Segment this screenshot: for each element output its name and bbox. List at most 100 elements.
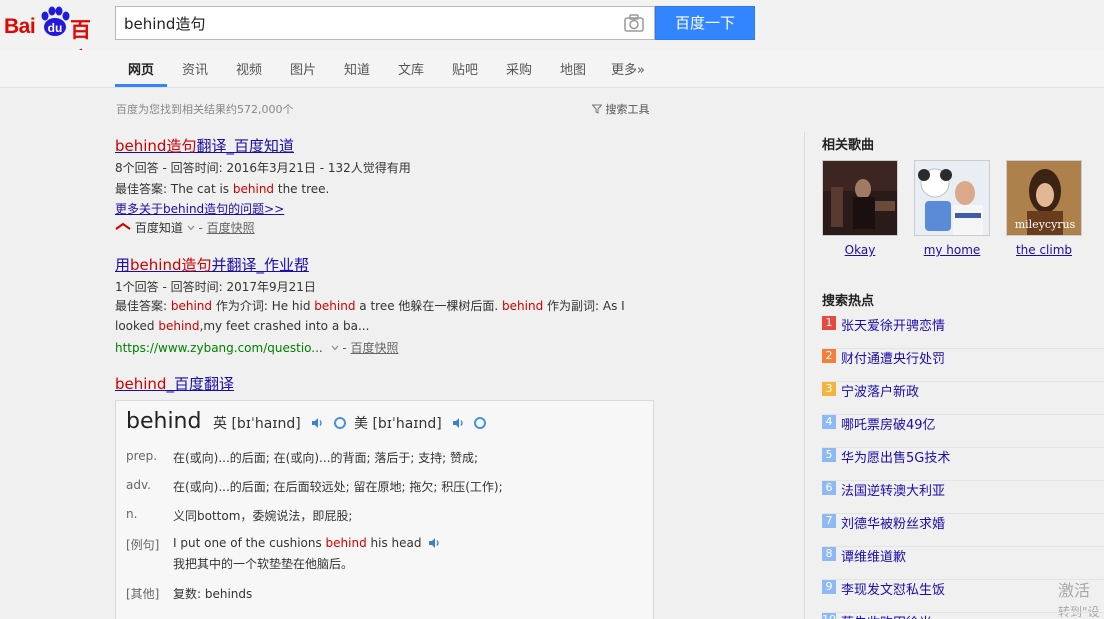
answer-highlight: behind (232, 182, 275, 196)
hot-search-link[interactable]: 宁波落户新政 (841, 381, 919, 400)
logo-bai: Bai (4, 15, 36, 38)
abstract-line: looked behind,my feet crashed into a ba.… (115, 316, 655, 336)
hot-search-link[interactable]: 华为愿出售5G技术 (841, 447, 950, 466)
definition: 在(或向)...的后面; 在(或向)...的背面; 落后于; 支持; 赞成; (173, 451, 479, 465)
more-questions-link[interactable]: 更多关于behind造句的问题>> (115, 200, 284, 217)
album-cover-okay[interactable] (822, 160, 898, 236)
result-title-3[interactable]: behind_百度翻译 (115, 373, 234, 394)
baidu-logo[interactable]: Bai du 百度 (4, 6, 108, 72)
chevron-down-icon[interactable] (187, 225, 195, 231)
hot-search-link[interactable]: 谭维维道歉 (841, 546, 906, 565)
hot-search-link[interactable]: 哪吒票房破49亿 (841, 414, 936, 433)
album-art (823, 161, 897, 235)
example-translation: 我把其中的一个软垫垫在他脑后。 (173, 557, 354, 571)
tab-tieba[interactable]: 贴吧 (452, 59, 478, 78)
tab-webpage[interactable]: 网页 (128, 59, 154, 78)
result-title-text: 翻译_百度知道 (196, 137, 294, 155)
hot-search-link[interactable]: 刘德华被粉丝求婚 (841, 513, 945, 532)
dictionary-card: behind 英 [bɪˈhaɪnd] 美 [bɪˈhaɪnd] prep. 在… (115, 400, 654, 619)
replay-icon[interactable] (334, 417, 346, 429)
speaker-icon[interactable] (428, 537, 441, 549)
hot-search-item[interactable]: 8 谭维维道歉 (822, 547, 1104, 580)
hot-search-item[interactable]: 6 法国逆转澳大利亚 (822, 481, 1104, 514)
example-text: his head (366, 536, 422, 550)
hot-search-item[interactable]: 3 宁波落户新政 (822, 382, 1104, 415)
hot-rank-badge: 3 (822, 382, 836, 396)
hot-search-item[interactable]: 2 财付通遭央行处罚 (822, 349, 1104, 382)
tab-wenku[interactable]: 文库 (398, 59, 424, 78)
logo-du: du (47, 21, 63, 35)
uk-phonetic: [bɪˈhaɪnd] (231, 416, 301, 432)
hot-search-heading: 搜索热点 (822, 294, 875, 309)
result-url[interactable]: https://www.zybang.com/questio... (115, 341, 323, 355)
result-title-2[interactable]: 用behind造句并翻译_作业帮 (115, 254, 309, 275)
result-source-1: 百度知道 - 百度快照 (115, 219, 255, 236)
tab-zhidao[interactable]: 知道 (344, 59, 370, 78)
us-phonetic: [bɪˈhaɪnd] (372, 416, 442, 432)
result-count: 百度为您找到相关结果约572,000个 (116, 103, 294, 116)
result-title-text: 用 (115, 256, 131, 274)
hot-search-item[interactable]: 1 张天爱徐开骋恋情 (822, 316, 1104, 349)
result-title-highlight: behind造句 (115, 137, 197, 155)
hot-search-item[interactable]: 5 华为愿出售5G技术 (822, 448, 1104, 481)
album-cover-the-climb[interactable]: mileycyrus (1006, 160, 1082, 236)
part-of-speech: adv. (126, 478, 151, 492)
tab-video[interactable]: 视频 (236, 59, 262, 78)
example-text: I put one of the cushions (173, 536, 326, 550)
search-input[interactable] (116, 7, 606, 39)
cache-link[interactable]: 百度快照 (207, 221, 255, 235)
camera-icon[interactable] (624, 14, 644, 32)
us-pronunciation: 美 [bɪˈhaɪnd] (354, 413, 442, 433)
other-label: [其他] (126, 587, 160, 601)
song-link-okay[interactable]: Okay (822, 243, 898, 257)
song-link-my-home[interactable]: my home (914, 243, 990, 257)
definition: 在(或向)...的后面; 在后面较远处; 留在原地; 拖欠; 积压(工作); (173, 480, 503, 494)
search-tools-button[interactable]: 搜索工具 (591, 101, 650, 117)
song-link-the-climb[interactable]: the climb (1006, 243, 1082, 257)
speaker-icon[interactable] (452, 417, 465, 429)
related-songs-heading: 相关歌曲 (822, 138, 875, 153)
hot-search-link[interactable]: 法国逆转澳大利亚 (841, 480, 945, 499)
result-title-1[interactable]: behind造句翻译_百度知道 (115, 135, 294, 156)
hot-rank-badge: 1 (822, 316, 836, 330)
us-label: 美 (354, 416, 368, 432)
source-name[interactable]: 百度知道 (135, 221, 183, 235)
chevron-down-icon[interactable] (331, 345, 339, 351)
tab-map[interactable]: 地图 (560, 59, 586, 78)
tab-caigou[interactable]: 采购 (506, 59, 532, 78)
hot-rank-badge: 2 (822, 349, 836, 363)
tab-more[interactable]: 更多» (611, 59, 645, 78)
hot-rank-badge: 9 (822, 580, 836, 594)
search-box (115, 6, 655, 40)
hot-search-item[interactable]: 9 李现发文怼私生饭 (822, 580, 1104, 613)
result-title-highlight: behind (115, 375, 167, 393)
dict-headword: behind (126, 409, 202, 434)
tab-images[interactable]: 图片 (290, 59, 316, 78)
hot-search-link[interactable]: 张天爱徐开骋恋情 (841, 315, 945, 334)
sidebar-divider (804, 132, 805, 619)
search-button[interactable]: 百度一下 (655, 6, 755, 40)
hot-search-item[interactable]: 10 蔡失收购田徐光 (822, 613, 1104, 619)
abstract-highlight: behind (502, 299, 544, 313)
hot-search-link[interactable]: 蔡失收购田徐光 (841, 612, 932, 619)
hot-search-link[interactable]: 财付通遭央行处罚 (841, 348, 945, 367)
result-url-2: https://www.zybang.com/questio... - 百度快照 (115, 341, 399, 355)
hot-rank-badge: 5 (822, 448, 836, 462)
speaker-icon[interactable] (311, 417, 324, 429)
header: Bai du 百度 百度一下 (0, 0, 1104, 72)
part-of-speech: n. (126, 507, 138, 521)
nav-tabs: 网页 资讯 视频 图片 知道 文库 贴吧 采购 地图 更多» (0, 50, 1104, 88)
abstract-highlight: behind (314, 299, 356, 313)
abstract-text: 最佳答案: (115, 299, 171, 313)
hot-rank-badge: 8 (822, 547, 836, 561)
tab-news[interactable]: 资讯 (182, 59, 208, 78)
replay-icon[interactable] (474, 417, 486, 429)
abstract-highlight: behind (158, 319, 200, 333)
hot-search-item[interactable]: 4 哪吒票房破49亿 (822, 415, 1104, 448)
answer-suffix: the tree. (274, 182, 330, 196)
album-cover-my-home[interactable] (914, 160, 990, 236)
hot-search-link[interactable]: 李现发文怼私生饭 (841, 579, 945, 598)
cache-link[interactable]: 百度快照 (351, 341, 399, 355)
album-overlay-text: mileycyrus (1015, 218, 1076, 231)
hot-search-item[interactable]: 7 刘德华被粉丝求婚 (822, 514, 1104, 547)
